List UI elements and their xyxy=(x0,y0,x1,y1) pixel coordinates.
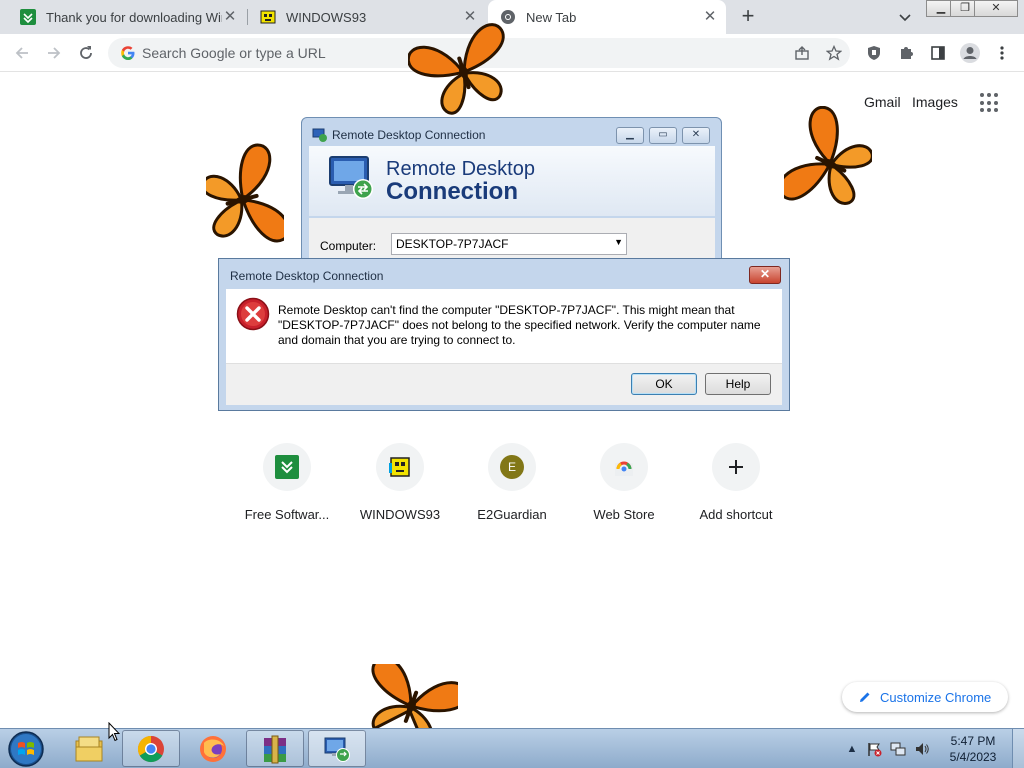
shortcut-free-software[interactable]: Free Softwar... xyxy=(231,443,343,533)
clock-time[interactable]: 5:47 PM xyxy=(946,734,1000,748)
butterfly-icon xyxy=(206,143,284,243)
firefox-icon xyxy=(200,735,226,762)
web-store-icon xyxy=(600,443,648,491)
window-title: Remote Desktop Connection xyxy=(332,128,486,142)
windows-orb-icon xyxy=(8,731,44,767)
remote-desktop-icon xyxy=(324,737,350,762)
shortcut-label: Web Store xyxy=(593,507,655,522)
start-button[interactable] xyxy=(6,730,46,768)
rdc-banner: Remote Desktop Connection xyxy=(309,146,715,216)
windows93-icon xyxy=(376,443,424,491)
show-desktop-button[interactable] xyxy=(1012,729,1024,768)
file-explorer-icon xyxy=(75,736,103,761)
chrome-menu-icon[interactable] xyxy=(990,41,1014,65)
butterfly-icon xyxy=(408,23,505,115)
shortcut-initial: E xyxy=(507,460,516,474)
dialog-content: Remote Desktop can't find the computer "… xyxy=(226,289,782,363)
winrar-icon xyxy=(264,735,286,763)
back-icon[interactable] xyxy=(10,41,34,65)
bookmark-star-icon[interactable] xyxy=(822,41,846,65)
tab-title: Thank you for downloading WinRAR xyxy=(46,9,222,25)
side-panel-icon[interactable] xyxy=(926,41,950,65)
extensions-puzzle-icon[interactable] xyxy=(894,41,918,65)
shortcut-windows93[interactable]: WINDOWS93 xyxy=(344,443,456,533)
tab-new-tab[interactable]: New Tab ✕ xyxy=(488,0,726,34)
tab-title: New Tab xyxy=(526,9,577,25)
google-icon xyxy=(120,45,136,61)
maximize-button[interactable]: ▭ xyxy=(649,127,677,144)
error-message: Remote Desktop can't find the computer "… xyxy=(278,303,761,347)
close-button[interactable]: ✕ xyxy=(682,127,710,144)
shortcut-label: E2Guardian xyxy=(477,507,547,522)
share-icon[interactable] xyxy=(790,41,814,65)
taskbar-remote-desktop[interactable] xyxy=(308,730,366,767)
shortcut-label: Free Softwar... xyxy=(244,507,330,522)
ok-button[interactable]: OK xyxy=(631,373,697,395)
dropdown-arrow-icon[interactable]: ▼ xyxy=(614,237,623,247)
customize-chrome-button[interactable]: Customize Chrome xyxy=(842,682,1008,712)
shortcut-label: WINDOWS93 xyxy=(359,507,441,522)
clock-date[interactable]: 5/4/2023 xyxy=(946,750,1000,764)
taskbar-firefox[interactable] xyxy=(184,730,242,767)
e2guardian-icon: E xyxy=(488,443,536,491)
error-dialog: Remote Desktop Connection ✕ Remote Deskt… xyxy=(218,258,790,411)
dialog-footer: OK Help xyxy=(226,363,782,405)
minimize-button[interactable]: ▁ xyxy=(616,127,644,144)
shortcut-add[interactable]: Add shortcut xyxy=(680,443,792,533)
reload-icon[interactable] xyxy=(74,41,98,65)
tab-winrar[interactable]: Thank you for downloading WinRAR ✕ xyxy=(8,0,246,34)
dialog-close-button[interactable]: ✕ xyxy=(749,266,781,284)
computer-value: DESKTOP-7P7JACF xyxy=(396,237,509,251)
rdc-heading-line2: Connection xyxy=(386,178,518,205)
volume-icon[interactable] xyxy=(914,741,930,757)
mouse-cursor-icon xyxy=(108,722,120,742)
help-button[interactable]: Help xyxy=(705,373,771,395)
windows93-favicon-icon xyxy=(260,9,276,25)
computer-combobox[interactable]: DESKTOP-7P7JACF ▼ xyxy=(391,233,627,255)
remote-desktop-icon xyxy=(312,128,327,142)
close-window-button[interactable]: ✕ xyxy=(974,0,1018,17)
plus-icon xyxy=(712,443,760,491)
remote-desktop-monitor-icon xyxy=(329,156,373,199)
show-hidden-icons-icon[interactable]: ▲ xyxy=(844,741,860,757)
shortcut-label: Add shortcut xyxy=(699,507,773,522)
taskbar-winrar[interactable] xyxy=(246,730,304,767)
shortcut-web-store[interactable]: Web Store xyxy=(568,443,680,533)
free-software-favicon-icon xyxy=(20,9,36,25)
action-center-flag-icon[interactable] xyxy=(866,741,882,757)
error-icon xyxy=(236,297,270,331)
forward-icon[interactable] xyxy=(42,41,66,65)
butterfly-icon xyxy=(371,664,458,728)
chevron-down-icon[interactable] xyxy=(896,8,914,26)
network-icon[interactable] xyxy=(890,741,906,757)
omnibox-placeholder: Search Google or type a URL xyxy=(142,45,326,61)
ublock-shield-icon[interactable] xyxy=(862,41,886,65)
window-titlebar[interactable]: Remote Desktop Connection ▁ ▭ ✕ xyxy=(302,118,721,146)
butterfly-icon xyxy=(784,106,872,205)
computer-label: Computer: xyxy=(320,239,377,253)
new-tab-button[interactable]: + xyxy=(736,5,760,29)
google-apps-icon[interactable] xyxy=(980,93,1000,113)
taskbar-chrome[interactable] xyxy=(122,730,180,767)
taskbar: ▲ 5:47 PM 5/4/2023 xyxy=(0,728,1024,768)
close-tab-icon[interactable]: ✕ xyxy=(702,9,718,25)
shortcut-e2guardian[interactable]: E E2Guardian xyxy=(456,443,568,533)
pencil-icon xyxy=(860,692,870,702)
close-tab-icon[interactable]: ✕ xyxy=(222,9,238,25)
free-software-icon xyxy=(263,443,311,491)
images-link[interactable]: Images xyxy=(912,94,958,110)
chrome-icon xyxy=(137,735,164,762)
customize-chrome-label: Customize Chrome xyxy=(880,689,992,705)
dialog-title: Remote Desktop Connection xyxy=(230,269,384,283)
profile-avatar-icon[interactable] xyxy=(958,41,982,65)
